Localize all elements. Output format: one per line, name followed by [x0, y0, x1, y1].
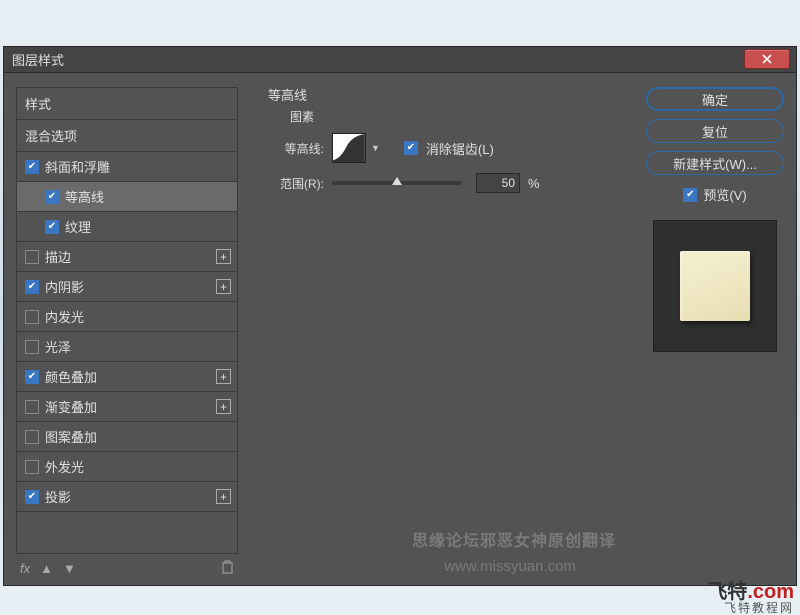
antialias-label: 消除锯齿(L): [426, 139, 494, 158]
add-effect-button[interactable]: +: [216, 489, 231, 504]
range-label: 范围(R):: [268, 175, 324, 192]
range-input[interactable]: [476, 173, 520, 193]
style-item[interactable]: 等高线: [17, 182, 237, 212]
new-style-button[interactable]: 新建样式(W)...: [646, 151, 784, 175]
contour-group: 等高线 图素 等高线: ▼ 消除锯齿(L) 范围(: [268, 85, 616, 193]
style-label: 外发光: [45, 457, 84, 476]
style-label: 内发光: [45, 307, 84, 326]
watermark-text-2: www.missyuan.com: [444, 558, 576, 575]
footer-main-b: .com: [747, 581, 794, 603]
add-effect-button[interactable]: +: [216, 279, 231, 294]
range-unit: %: [528, 176, 540, 191]
style-item[interactable]: 投影 +: [17, 482, 237, 512]
style-item[interactable]: 外发光: [17, 452, 237, 482]
layer-style-dialog: 图层样式 样式 混合选项 斜面和浮雕等高线纹理描边+内阴影+内发光光泽颜色叠加+…: [3, 46, 797, 586]
ok-button[interactable]: 确定: [646, 87, 784, 111]
styles-list: 样式 混合选项 斜面和浮雕等高线纹理描边 + 内阴影 + 内发光光泽颜色叠加 + 渐变叠加 +…: [16, 87, 238, 554]
footer-main-a: 飞特: [707, 581, 747, 603]
add-effect-button[interactable]: +: [216, 249, 231, 264]
style-checkbox[interactable]: [25, 490, 39, 504]
style-item[interactable]: 斜面和浮雕: [17, 152, 237, 182]
titlebar[interactable]: 图层样式: [4, 47, 796, 73]
style-label: 斜面和浮雕: [45, 157, 110, 176]
reset-button[interactable]: 复位: [646, 119, 784, 143]
arrow-down-icon[interactable]: ▼: [63, 561, 76, 576]
preview-box: [653, 220, 777, 352]
style-label: 颜色叠加: [45, 367, 97, 386]
style-checkbox[interactable]: [25, 280, 39, 294]
styles-header[interactable]: 样式: [17, 88, 237, 120]
style-item[interactable]: 内发光: [17, 302, 237, 332]
range-row: 范围(R): %: [268, 173, 616, 193]
style-checkbox[interactable]: [45, 190, 59, 204]
style-item[interactable]: 内阴影 +: [17, 272, 237, 302]
style-item[interactable]: 光泽: [17, 332, 237, 362]
style-label: 图案叠加: [45, 427, 97, 446]
style-checkbox[interactable]: [25, 160, 39, 174]
range-slider[interactable]: [332, 181, 462, 185]
style-item[interactable]: 图案叠加: [17, 422, 237, 452]
group-sub: 图素: [290, 108, 616, 125]
close-icon: [762, 54, 772, 64]
style-label: 投影: [45, 487, 71, 506]
style-checkbox[interactable]: [25, 250, 39, 264]
style-checkbox[interactable]: [25, 460, 39, 474]
settings-panel: 等高线 图素 等高线: ▼ 消除锯齿(L) 范围(: [250, 73, 634, 585]
style-label: 纹理: [65, 217, 91, 236]
group-title: 等高线: [268, 85, 616, 104]
action-panel: 确定 复位 新建样式(W)... 预览(V): [634, 73, 796, 585]
style-checkbox[interactable]: [25, 400, 39, 414]
style-label: 光泽: [45, 337, 71, 356]
fx-icon[interactable]: fx: [20, 561, 30, 576]
style-label: 内阴影: [45, 277, 84, 296]
style-checkbox[interactable]: [25, 310, 39, 324]
trash-icon[interactable]: [221, 560, 234, 577]
styles-bottom-bar: fx ▲ ▼: [16, 554, 238, 577]
add-effect-button[interactable]: +: [216, 369, 231, 384]
slider-thumb[interactable]: [392, 177, 402, 185]
style-checkbox[interactable]: [25, 430, 39, 444]
style-checkbox[interactable]: [45, 220, 59, 234]
blend-options[interactable]: 混合选项: [17, 120, 237, 152]
preview-row: 预览(V): [683, 185, 746, 204]
style-item[interactable]: 描边 +: [17, 242, 237, 272]
dialog-title: 图层样式: [12, 50, 64, 69]
dialog-content: 样式 混合选项 斜面和浮雕等高线纹理描边+内阴影+内发光光泽颜色叠加+渐变叠加+…: [4, 73, 796, 585]
footer-watermark: 飞特.com 飞特教程网: [707, 582, 794, 614]
style-item[interactable]: 渐变叠加 +: [17, 392, 237, 422]
footer-sub: 飞特教程网: [707, 602, 794, 614]
arrow-up-icon[interactable]: ▲: [40, 561, 53, 576]
styles-panel: 样式 混合选项 斜面和浮雕等高线纹理描边 + 内阴影 + 内发光光泽颜色叠加 + 渐变叠加 +…: [4, 73, 250, 585]
chevron-down-icon[interactable]: ▼: [371, 143, 380, 153]
style-label: 渐变叠加: [45, 397, 97, 416]
preview-checkbox[interactable]: [683, 188, 697, 202]
contour-label: 等高线:: [268, 140, 324, 157]
preview-swatch: [680, 251, 750, 321]
style-label: 等高线: [65, 187, 104, 206]
style-checkbox[interactable]: [25, 340, 39, 354]
contour-picker[interactable]: [332, 133, 366, 163]
style-checkbox[interactable]: [25, 370, 39, 384]
watermark-text-1: 思缘论坛邪恶女神原创翻译: [412, 527, 616, 551]
contour-curve-icon: [333, 134, 365, 162]
style-label: 描边: [45, 247, 71, 266]
contour-row: 等高线: ▼ 消除锯齿(L): [268, 133, 616, 163]
antialias-checkbox[interactable]: [404, 141, 418, 155]
style-item[interactable]: 颜色叠加 +: [17, 362, 237, 392]
close-button[interactable]: [744, 49, 790, 69]
preview-label: 预览(V): [703, 185, 746, 204]
style-item[interactable]: 纹理: [17, 212, 237, 242]
add-effect-button[interactable]: +: [216, 399, 231, 414]
